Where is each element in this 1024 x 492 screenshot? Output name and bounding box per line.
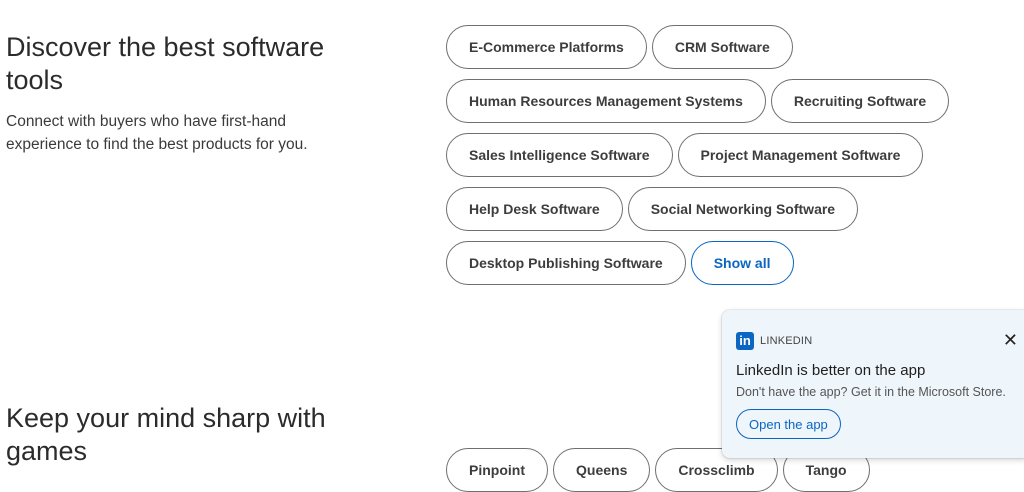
- category-pill[interactable]: Project Management Software: [677, 133, 924, 177]
- category-pill[interactable]: Help Desk Software: [446, 187, 623, 231]
- pill-row: Help Desk Software Social Networking Sof…: [446, 187, 949, 231]
- game-pill-pinpoint[interactable]: Pinpoint: [446, 448, 548, 492]
- open-app-button[interactable]: Open the app: [736, 409, 841, 439]
- category-pill[interactable]: Human Resources Management Systems: [446, 79, 766, 123]
- close-icon[interactable]: ✕: [1003, 330, 1018, 351]
- app-promo-toast: in LINKEDIN ✕ LinkedIn is better on the …: [722, 310, 1024, 458]
- show-all-button[interactable]: Show all: [690, 241, 794, 285]
- software-section-title: Discover the best software tools: [6, 32, 325, 95]
- category-pill[interactable]: CRM Software: [651, 25, 793, 69]
- toast-brand-label: LINKEDIN: [760, 335, 813, 347]
- toast-header: in LINKEDIN: [736, 332, 1012, 350]
- category-pill[interactable]: Recruiting Software: [770, 79, 950, 123]
- software-section-description: Connect with buyers who have first-hand …: [6, 113, 308, 153]
- pill-row: Sales Intelligence Software Project Mana…: [446, 133, 949, 177]
- category-pill[interactable]: Social Networking Software: [627, 187, 859, 231]
- category-pill[interactable]: Desktop Publishing Software: [446, 241, 686, 285]
- pill-row: Desktop Publishing Software Show all: [446, 241, 949, 285]
- category-pill[interactable]: E-Commerce Platforms: [446, 25, 647, 69]
- game-pill-queens[interactable]: Queens: [553, 448, 651, 492]
- software-category-pills: E-Commerce Platforms CRM Software Human …: [446, 25, 950, 295]
- pill-row: Human Resources Management Systems Recru…: [446, 79, 950, 123]
- linkedin-logo-icon: in: [736, 332, 754, 350]
- games-section-title: Keep your mind sharp with games: [6, 403, 326, 466]
- toast-subtitle: Don't have the app? Get it in the Micros…: [736, 385, 1006, 399]
- category-pill[interactable]: Sales Intelligence Software: [446, 133, 673, 177]
- toast-title: LinkedIn is better on the app: [736, 362, 926, 379]
- pill-row: E-Commerce Platforms CRM Software: [446, 25, 949, 69]
